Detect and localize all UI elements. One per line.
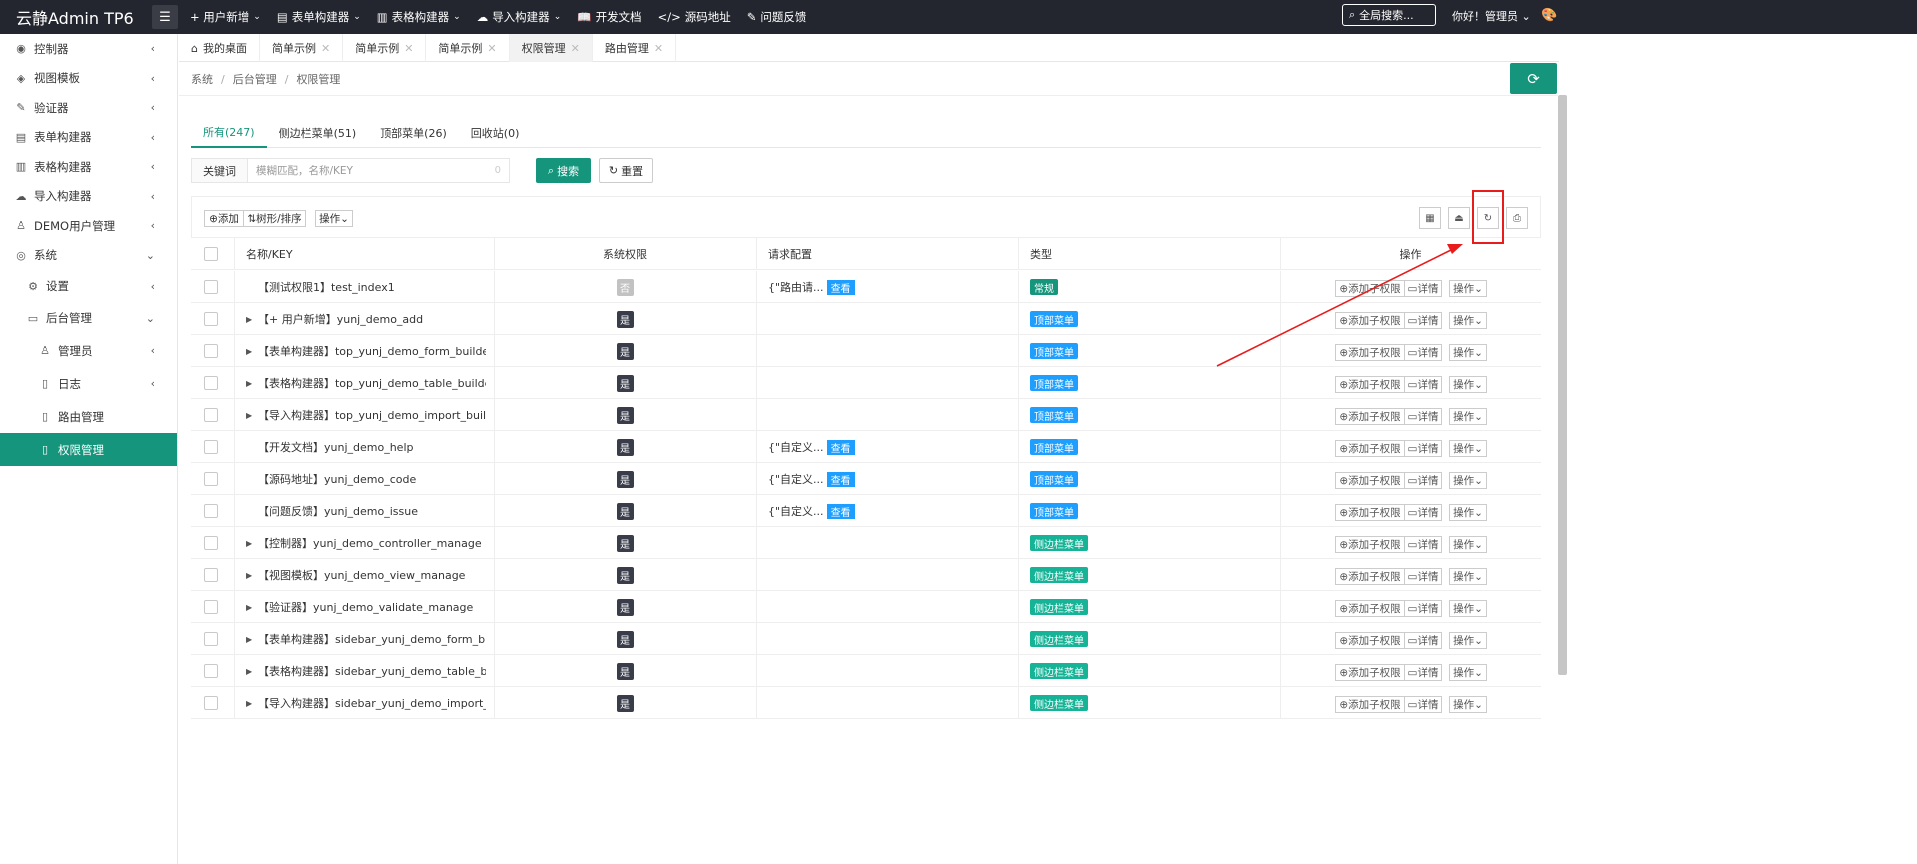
annotation-arrow [1216, 244, 1463, 367]
